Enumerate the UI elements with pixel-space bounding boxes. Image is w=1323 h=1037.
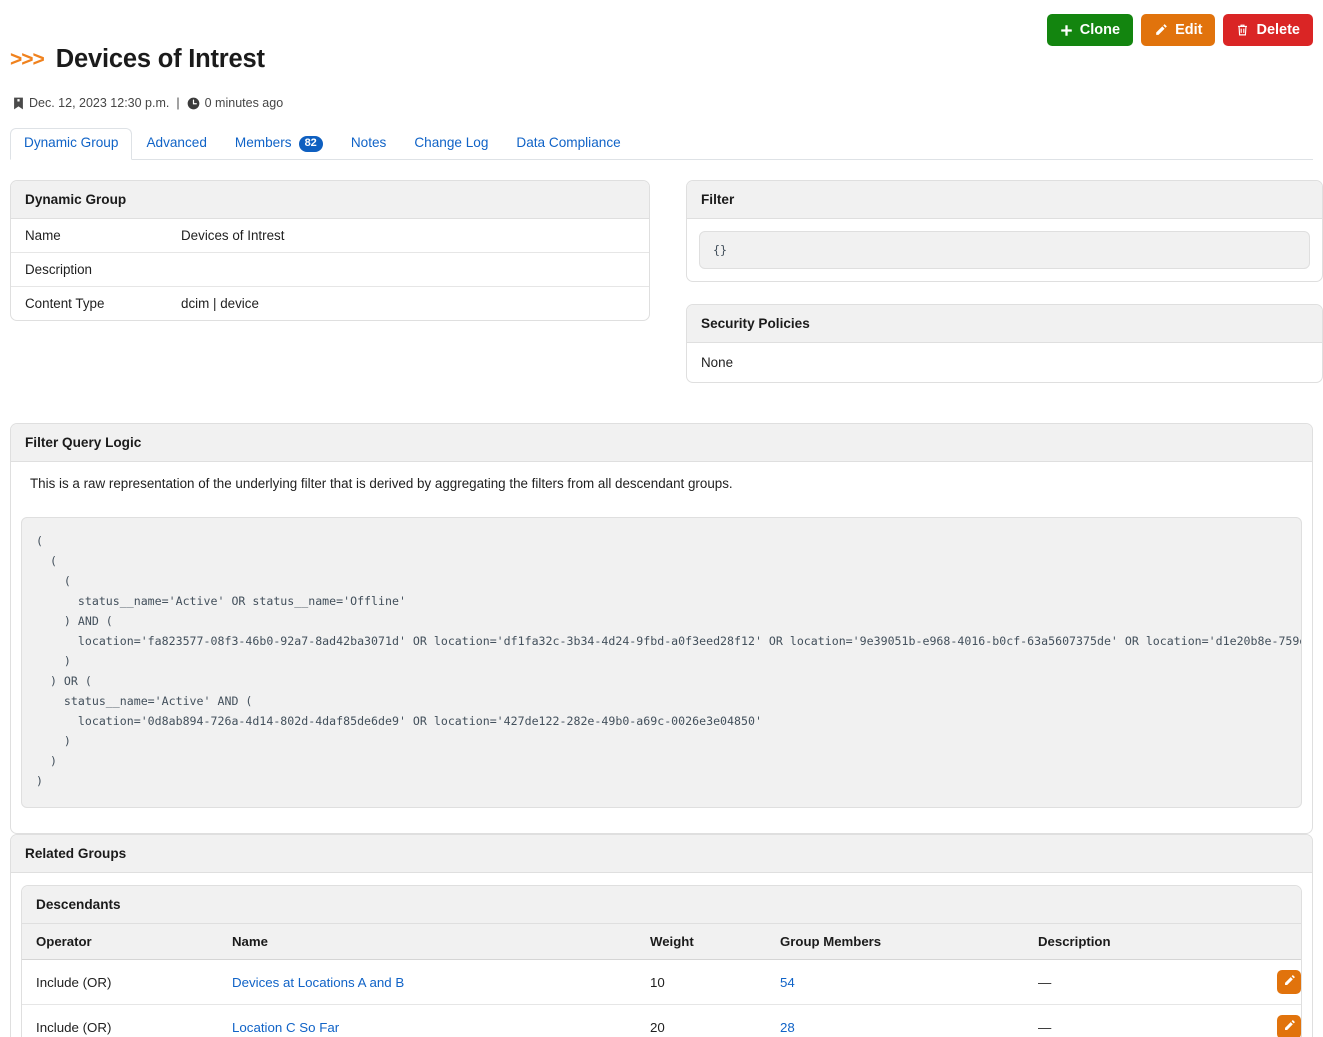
descendants-title: Descendants — [22, 886, 1301, 924]
row-edit-button[interactable] — [1277, 970, 1301, 994]
column-header-operator[interactable]: Operator — [22, 924, 218, 960]
filter-card: Filter {} — [686, 180, 1323, 282]
related-groups-body: Descendants Operator Name Weight Group M… — [11, 873, 1312, 1037]
row-edit-button[interactable] — [1277, 1015, 1301, 1037]
column-header-group-members[interactable]: Group Members — [766, 924, 1024, 960]
column-header-weight[interactable]: Weight — [636, 924, 766, 960]
security-policies-value: None — [687, 343, 1322, 382]
meta-separator: | — [176, 96, 179, 110]
edit-button[interactable]: Edit — [1141, 14, 1215, 46]
filter-card-title: Filter — [687, 181, 1322, 219]
dynamic-group-details-table: Name Devices of Intrest Description Cont… — [11, 219, 649, 320]
table-row: Content Type dcim | device — [11, 287, 649, 321]
created-timestamp: Dec. 12, 2023 12:30 p.m. — [29, 96, 169, 110]
pencil-icon — [1283, 974, 1296, 990]
cell-name-link[interactable]: Devices at Locations A and B — [232, 975, 404, 990]
cell-name-link[interactable]: Location C So Far — [232, 1020, 339, 1035]
row-label: Description — [11, 253, 167, 287]
delete-button-label: Delete — [1256, 23, 1300, 38]
tab-label: Data Compliance — [516, 135, 620, 152]
tab-advanced[interactable]: Advanced — [132, 128, 220, 160]
security-policies-card-title: Security Policies — [687, 305, 1322, 343]
related-groups-card-inner: Related Groups Descendants Operator Name… — [10, 834, 1313, 1037]
clone-button-label: Clone — [1080, 23, 1120, 38]
cell-group-members: 54 — [766, 960, 1024, 1005]
tab-dynamic-group[interactable]: Dynamic Group — [10, 128, 132, 160]
table-row: Name Devices of Intrest — [11, 219, 649, 253]
filter-query-logic-body: This is a raw representation of the unde… — [11, 462, 1312, 833]
page-actions-toolbar: Clone Edit Delete — [1047, 14, 1313, 46]
tab-bar: Dynamic Group Advanced Members 82 Notes Chang… — [10, 128, 1313, 160]
row-value: dcim | device — [167, 287, 649, 321]
tab-label: Notes — [351, 135, 387, 152]
table-row: Include (OR) Devices at Locations A and B… — [22, 960, 1301, 1005]
cell-description: — — [1024, 1005, 1257, 1037]
filter-query-logic-title: Filter Query Logic — [11, 424, 1312, 462]
descendants-table: Operator Name Weight Group Members Descr… — [22, 924, 1301, 1037]
row-label: Content Type — [11, 287, 167, 321]
page-heading: >>> Devices of Intrest — [10, 47, 265, 73]
cell-name: Location C So Far — [218, 1005, 636, 1037]
row-label: Name — [11, 219, 167, 253]
cell-group-members: 28 — [766, 1005, 1024, 1037]
tab-data-compliance[interactable]: Data Compliance — [502, 128, 634, 160]
cell-actions — [1257, 960, 1301, 1005]
cell-actions — [1257, 1005, 1301, 1037]
record-meta: Dec. 12, 2023 12:30 p.m. | 0 minutes ago — [13, 96, 283, 110]
security-policies-card: Security Policies None — [686, 304, 1323, 383]
breadcrumb-chevrons-icon: >>> — [10, 49, 44, 70]
edit-button-label: Edit — [1175, 23, 1202, 38]
descendants-table-header-row: Operator Name Weight Group Members Descr… — [22, 924, 1301, 960]
cell-description: — — [1024, 960, 1257, 1005]
filter-code: {} — [699, 231, 1310, 269]
page-root: Clone Edit Delete >>> Devices of Intrest… — [0, 0, 1323, 1037]
tab-label: Members — [235, 135, 292, 152]
clone-button[interactable]: Clone — [1047, 14, 1133, 46]
column-header-description[interactable]: Description — [1024, 924, 1257, 960]
tab-members[interactable]: Members 82 — [221, 128, 337, 160]
table-row: Include (OR) Location C So Far 20 28 — — [22, 1005, 1301, 1037]
cell-group-members-link[interactable]: 28 — [780, 1020, 795, 1035]
cell-weight: 20 — [636, 1005, 766, 1037]
related-groups-title: Related Groups — [11, 835, 1312, 873]
delete-button[interactable]: Delete — [1223, 14, 1313, 46]
page-title: Devices of Intrest — [56, 47, 265, 73]
pencil-icon — [1154, 23, 1168, 37]
descendants-card: Descendants Operator Name Weight Group M… — [21, 885, 1302, 1037]
related-groups-card: Related Groups Descendants Operator Name… — [10, 834, 1313, 1037]
clock-icon — [187, 97, 200, 110]
row-value — [167, 253, 649, 287]
pencil-icon — [1283, 1019, 1296, 1035]
left-column: Dynamic Group Name Devices of Intrest De… — [10, 180, 650, 321]
table-row: Description — [11, 253, 649, 287]
column-header-actions — [1257, 924, 1301, 960]
tab-label: Dynamic Group — [24, 135, 118, 152]
cell-operator: Include (OR) — [22, 1005, 218, 1037]
tab-badge-count: 82 — [299, 136, 323, 152]
tab-label: Advanced — [146, 135, 206, 152]
filter-card-body: {} — [687, 219, 1322, 281]
cell-name: Devices at Locations A and B — [218, 960, 636, 1005]
trash-icon — [1236, 23, 1249, 37]
tab-label: Change Log — [414, 135, 488, 152]
plus-icon — [1060, 24, 1073, 37]
filter-query-logic-code: ( ( ( status__name='Active' OR status__n… — [21, 517, 1302, 808]
cell-group-members-link[interactable]: 54 — [780, 975, 795, 990]
right-column: Filter {} Security Policies None — [686, 180, 1323, 383]
dynamic-group-card: Dynamic Group Name Devices of Intrest De… — [10, 180, 650, 321]
filter-query-logic-card: Filter Query Logic This is a raw represe… — [10, 423, 1313, 834]
cell-operator: Include (OR) — [22, 960, 218, 1005]
row-value: Devices of Intrest — [167, 219, 649, 253]
tab-notes[interactable]: Notes — [337, 128, 401, 160]
bookmark-icon — [13, 97, 24, 110]
dynamic-group-card-title: Dynamic Group — [11, 181, 649, 219]
tab-change-log[interactable]: Change Log — [400, 128, 502, 160]
cell-weight: 10 — [636, 960, 766, 1005]
relative-timestamp: 0 minutes ago — [205, 96, 284, 110]
filter-query-logic-card-inner: Filter Query Logic This is a raw represe… — [10, 423, 1313, 834]
filter-query-logic-description: This is a raw representation of the unde… — [21, 476, 1302, 505]
column-header-name[interactable]: Name — [218, 924, 636, 960]
